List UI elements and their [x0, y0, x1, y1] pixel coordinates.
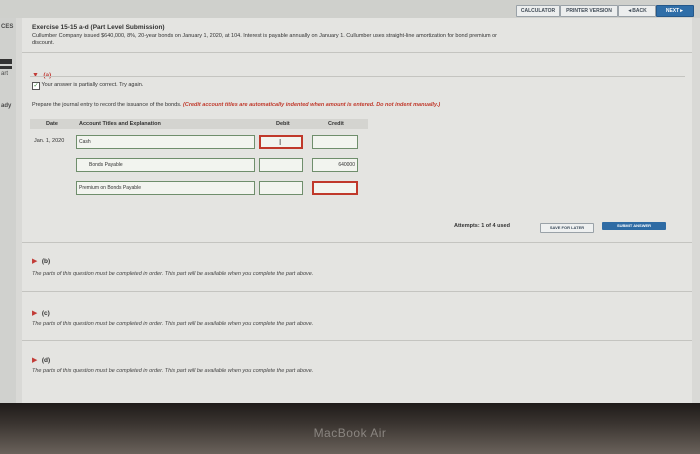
part-b-note: The parts of this question must be compl… — [32, 271, 314, 277]
text-cursor-icon: I — [279, 138, 282, 147]
chevron-right-icon: ▶ — [32, 310, 38, 317]
entry-date: Jan. 1, 2020 — [34, 138, 65, 144]
list-icon-bar — [0, 66, 12, 69]
answer-status-text: Your answer is partially correct. Try ag… — [41, 82, 144, 88]
account-input-3[interactable]: Premium on Bonds Payable — [76, 181, 255, 195]
instruction-text: Prepare the journal entry to record the … — [32, 102, 182, 108]
chevron-right-icon: ▶ — [32, 258, 38, 265]
col-account: Account Titles and Explanation — [79, 121, 161, 127]
screen: CALCULATOR PRINTER VERSION ◄BACK NEXT► C… — [0, 0, 700, 403]
instruction-note: (Credit account titles are automatically… — [183, 102, 441, 108]
list-icon — [0, 59, 12, 64]
divider — [30, 76, 685, 77]
sidebar-label-top: CES — [1, 24, 14, 30]
divider — [22, 340, 692, 341]
account-input-1[interactable]: Cash — [76, 135, 255, 149]
debit-input-3[interactable] — [259, 181, 303, 195]
sidebar-label-mid1: art — [1, 71, 9, 77]
partial-check-icon: ✓ — [32, 82, 40, 90]
instruction: Prepare the journal entry to record the … — [32, 102, 440, 108]
col-debit: Debit — [276, 121, 290, 127]
next-button[interactable]: NEXT► — [656, 5, 694, 17]
chevron-right-icon: ▶ — [32, 357, 38, 364]
divider — [22, 291, 692, 292]
part-c-note: The parts of this question must be compl… — [32, 321, 314, 327]
part-b-header[interactable]: ▶ (b) — [32, 250, 50, 268]
part-d-label: (d) — [41, 357, 51, 364]
account-input-2[interactable]: Bonds Payable — [76, 158, 255, 172]
col-date: Date — [46, 121, 58, 127]
debit-input-1[interactable]: I — [259, 135, 303, 149]
col-credit: Credit — [328, 121, 344, 127]
divider — [22, 242, 692, 243]
calculator-button[interactable]: CALCULATOR — [516, 5, 560, 17]
exercise-title: Exercise 15-15 a-d (Part Level Submissio… — [32, 24, 165, 31]
part-b-label: (b) — [41, 258, 51, 265]
part-c-header[interactable]: ▶ (c) — [32, 302, 50, 320]
part-d-header[interactable]: ▶ (d) — [32, 349, 50, 367]
debit-input-2[interactable] — [259, 158, 303, 172]
part-a-header[interactable]: ▼ (a) — [32, 64, 51, 82]
answer-status: ✓ Your answer is partially correct. Try … — [32, 82, 143, 90]
device-brand: MacBook Air — [313, 426, 387, 440]
printer-version-button[interactable]: PRINTER VERSION — [560, 5, 618, 17]
credit-input-1[interactable] — [312, 135, 358, 149]
top-toolbar: CALCULATOR PRINTER VERSION ◄BACK NEXT► — [0, 0, 700, 18]
back-button[interactable]: ◄BACK — [618, 5, 656, 17]
submit-answer-button[interactable]: SUBMIT ANSWER — [602, 222, 666, 230]
divider — [22, 52, 692, 53]
sidebar-label-mid2: ady — [1, 103, 12, 109]
exercise-description-line2: discount. — [32, 40, 55, 46]
part-d-note: The parts of this question must be compl… — [32, 368, 314, 374]
part-c-label: (c) — [41, 310, 50, 317]
exercise-description-line1: Cullumber Company issued $640,000, 8%, 2… — [32, 33, 498, 39]
save-for-later-button[interactable]: SAVE FOR LATER — [540, 223, 594, 233]
left-sidebar: CES art ady — [0, 18, 16, 403]
attempts-counter: Attempts: 1 of 4 used — [454, 223, 510, 229]
question-card: Exercise 15-15 a-d (Part Level Submissio… — [22, 18, 692, 403]
credit-input-2[interactable]: 640000 — [312, 158, 358, 172]
credit-input-3[interactable] — [312, 181, 358, 195]
